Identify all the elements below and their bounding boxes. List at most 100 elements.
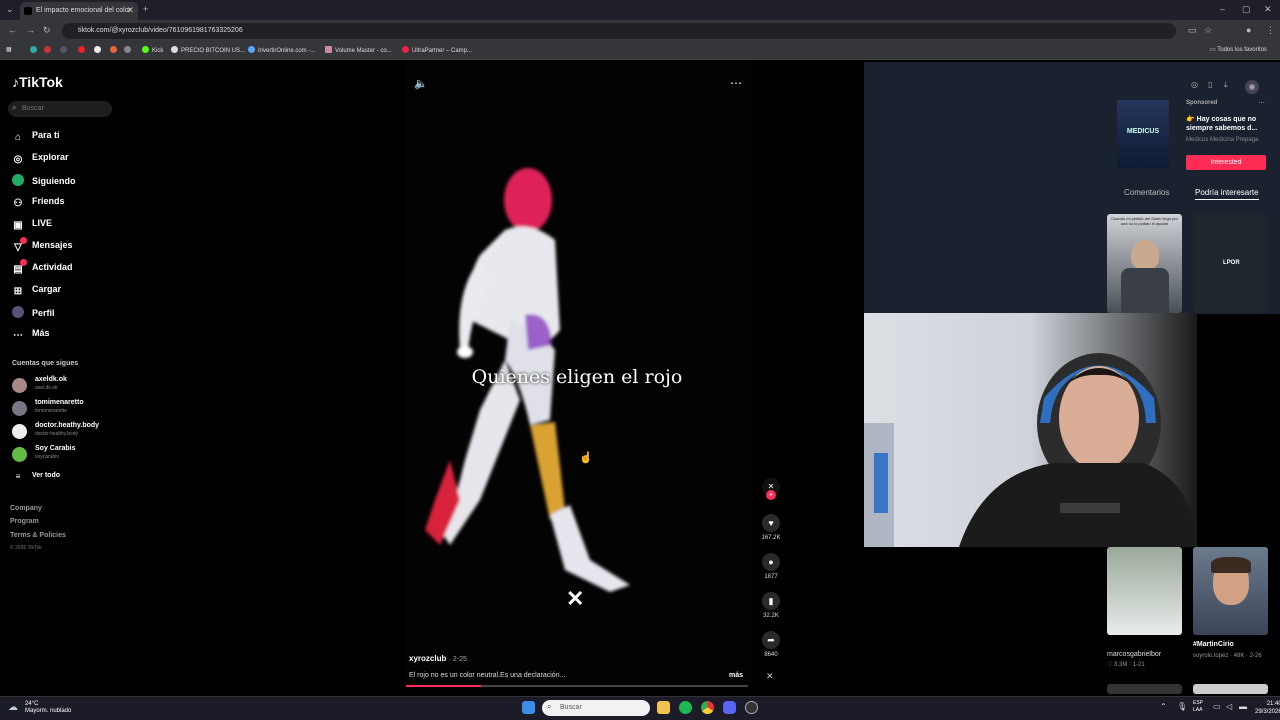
suggested-video-thumbnail[interactable] xyxy=(1107,547,1182,635)
nav-explorar[interactable]: ◎ Explorar xyxy=(12,152,69,168)
nav-mas[interactable]: ⋯ Más xyxy=(12,328,50,344)
bookmark-kick[interactable]: Kick xyxy=(142,46,163,54)
footer-terms[interactable]: Terms & Policies xyxy=(10,532,66,539)
install-icon[interactable]: ▭ xyxy=(1188,25,1197,36)
folder-label: Todos los favoritos xyxy=(1217,47,1267,53)
ad-title[interactable]: 👉 Hay cosas que no siempre sabemos d... xyxy=(1186,115,1266,133)
nav-label: Más xyxy=(32,328,50,338)
back-icon[interactable]: ← xyxy=(8,25,17,35)
volume-tray-icon[interactable]: ◁ xyxy=(1226,702,1232,711)
suggested-video-thumbnail[interactable]: Cuando mi pedido del Shein llegó por una… xyxy=(1107,214,1182,313)
bookmark-icon[interactable] xyxy=(30,46,40,54)
video-options-icon[interactable]: ⋯ xyxy=(730,76,742,90)
profile-icon xyxy=(12,306,24,318)
music-disc-icon[interactable]: ✕ xyxy=(766,671,774,682)
save-button[interactable]: ▮ 32.2K xyxy=(760,592,782,619)
menu-icon[interactable]: ⋮ xyxy=(1266,25,1275,36)
suggested-video-thumbnail[interactable] xyxy=(1107,684,1182,694)
compass-icon: ◎ xyxy=(13,154,23,165)
nav-para-ti[interactable]: ⌂ Para ti xyxy=(12,130,60,146)
url-field[interactable]: tiktok.com/@xyrozclub/video/761096198176… xyxy=(62,23,1176,39)
video-author[interactable]: xyrozclub · 2-25 xyxy=(409,654,467,663)
apps-icon[interactable]: ▦ xyxy=(6,46,12,53)
close-window-icon[interactable]: ✕ xyxy=(1264,4,1272,15)
tab-comentarios[interactable]: Comentarios xyxy=(1124,188,1169,197)
video-title[interactable]: marcosgabrielbor xyxy=(1107,651,1161,658)
video-progress-bar[interactable] xyxy=(406,685,748,687)
minimize-icon[interactable]: – xyxy=(1220,4,1225,14)
taskbar-search[interactable]: ⌕ Buscar xyxy=(542,700,650,716)
mic-icon[interactable]: 🎙 xyxy=(1177,702,1187,711)
phone-icon[interactable]: ▯ xyxy=(1208,80,1212,89)
weather-widget[interactable]: 24°C Mayorm. nublado xyxy=(25,701,71,715)
tray-overflow-icon[interactable]: ⌃ xyxy=(1160,702,1167,711)
volume-icon[interactable]: 🔈 xyxy=(414,77,428,90)
heart-icon: ♥ xyxy=(762,514,780,532)
bookmark-icon[interactable] xyxy=(110,46,120,54)
suggested-video-thumbnail[interactable] xyxy=(1193,684,1268,694)
suggested-video-thumbnail[interactable] xyxy=(1193,547,1268,635)
lang-line-2: LAA xyxy=(1193,707,1203,713)
profile-avatar-icon[interactable]: ● xyxy=(1246,25,1251,35)
nav-live[interactable]: ▣ LIVE xyxy=(12,218,52,234)
battery-icon[interactable]: ▬ xyxy=(1239,702,1247,711)
network-icon[interactable]: ▭ xyxy=(1213,702,1221,711)
video-description: El rojo no es un color neutral.Es una de… xyxy=(409,672,566,679)
bookmark-icon[interactable] xyxy=(60,46,70,54)
footer-company[interactable]: Company xyxy=(10,505,42,512)
bookmark-star-icon[interactable]: ☆ xyxy=(1204,25,1212,36)
bookmark-icon[interactable] xyxy=(44,46,54,54)
bookmark-bitcoin[interactable]: PRECIO BITCOIN US... xyxy=(171,46,245,54)
browser-tab[interactable]: El impacto emocional del color ✕ xyxy=(20,2,138,20)
clock[interactable]: 21:40 29/3/2026 xyxy=(1255,700,1280,716)
comment-button[interactable]: ● 1877 xyxy=(760,553,782,580)
bookmark-ultrapartner[interactable]: UltraPartner – Camp... xyxy=(402,46,472,54)
heart-icon: ♡ xyxy=(1107,662,1115,668)
like-button[interactable]: ♥ 167.2K xyxy=(760,514,782,541)
share-button[interactable]: ➦ 8640 xyxy=(760,631,782,658)
nav-perfil[interactable]: Perfil xyxy=(12,306,55,322)
reload-icon[interactable]: ↻ xyxy=(43,25,51,36)
nav-actividad[interactable]: ▤ Actividad xyxy=(12,259,73,278)
nav-mensajes[interactable]: ▽ Mensajes xyxy=(12,237,73,256)
discord-icon[interactable] xyxy=(723,701,736,714)
ad-options-icon[interactable]: ⋯ xyxy=(1258,99,1265,107)
author-avatar-button[interactable]: ✕ + xyxy=(760,478,782,500)
weather-cloud-icon[interactable]: ☁ xyxy=(8,702,18,713)
language-indicator[interactable]: ESP LAA xyxy=(1193,700,1203,714)
interested-button[interactable]: Interested xyxy=(1186,155,1266,170)
new-tab-icon[interactable]: + xyxy=(143,4,148,14)
obs-icon[interactable] xyxy=(745,701,758,714)
video-title[interactable]: #MartinCirio xyxy=(1193,641,1234,648)
close-tab-icon[interactable]: ✕ xyxy=(126,5,134,16)
forward-icon[interactable]: → xyxy=(26,25,35,35)
footer-program[interactable]: Program xyxy=(10,518,39,525)
all-bookmarks-folder[interactable]: ▭ Todos los favoritos xyxy=(1210,46,1267,53)
follow-plus-icon[interactable]: + xyxy=(766,490,776,500)
windows-start-icon[interactable] xyxy=(522,701,535,714)
nav-friends[interactable]: ⚇ Friends xyxy=(12,196,65,212)
nav-siguiendo[interactable]: Siguiendo xyxy=(12,174,76,190)
more-link[interactable]: más xyxy=(729,672,743,679)
maximize-icon[interactable]: ▢ xyxy=(1242,4,1251,15)
youtube-icon[interactable] xyxy=(78,46,88,54)
bookmark-icon[interactable] xyxy=(94,46,104,54)
nav-cargar[interactable]: ⊞ Cargar xyxy=(12,284,61,300)
spotify-icon[interactable] xyxy=(679,701,692,714)
search-input[interactable]: ⌕ Buscar xyxy=(8,101,112,117)
chrome-icon[interactable] xyxy=(701,701,714,714)
tab-list-icon[interactable]: ⌄ xyxy=(6,4,14,15)
ad-thumbnail[interactable]: MEDICUS xyxy=(1117,100,1169,168)
see-all-link[interactable]: ≡ Ver todo xyxy=(12,472,60,488)
user-avatar[interactable]: ◉ xyxy=(1245,80,1259,94)
tiktok-logo[interactable]: ♪TikTok xyxy=(12,74,63,90)
bookmark-volume-master[interactable]: Volume Master - co... xyxy=(325,46,392,54)
account-name: doctor.heathy.body xyxy=(35,422,100,429)
tab-podria-interesarte[interactable]: Podría interesarte xyxy=(1195,188,1259,200)
suggested-video-thumbnail[interactable]: LPOR xyxy=(1193,214,1268,313)
bookmark-icon[interactable] xyxy=(124,46,134,54)
bookmark-invertir[interactable]: InvertirOnline.com -... xyxy=(248,46,315,54)
compass-small-icon[interactable]: ◎ xyxy=(1191,80,1198,89)
download-icon[interactable]: ⤓ xyxy=(1224,80,1228,90)
file-explorer-icon[interactable] xyxy=(657,701,670,714)
